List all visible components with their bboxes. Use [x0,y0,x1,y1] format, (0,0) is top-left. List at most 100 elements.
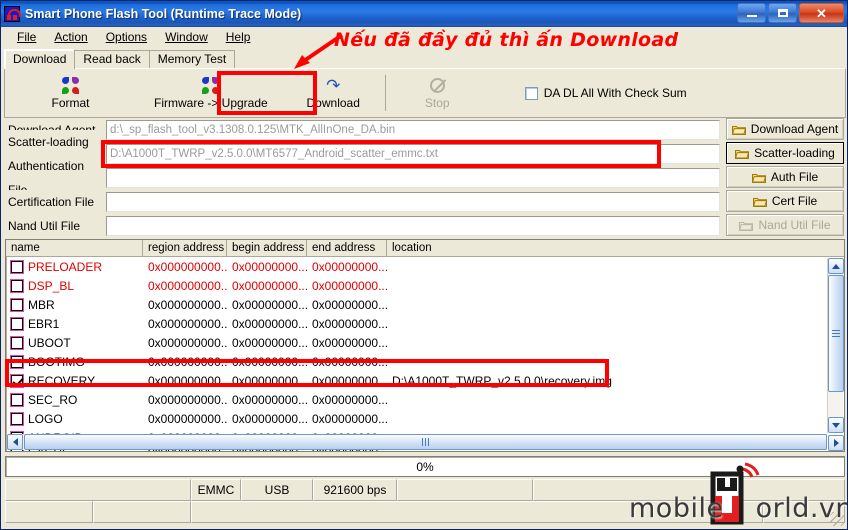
table-row[interactable]: RECOVERY 0x000000000... 0x00000000... 0x… [6,371,844,390]
scroll-left-button[interactable] [7,434,23,450]
annotation-note-text: Nếu đã đầy đủ thì ấn Download [334,29,679,51]
scatter-loading-browse-button[interactable]: Scatter-loading [726,142,844,164]
cell-name: MBR [28,297,55,312]
column-header-region-address[interactable]: region address [143,240,227,257]
menu-item-file[interactable]: File [8,29,45,45]
scroll-down-button[interactable] [828,417,844,433]
cell-begin-address: 0x00000000... [232,373,307,388]
progress-percent-label: 0% [416,459,434,474]
column-header-end-address[interactable]: end address [307,240,387,257]
vertical-scroll-thumb[interactable] [828,275,844,392]
download-agent-row: Download Agent d:\_sp_flash_tool_v3.1308… [4,118,846,142]
application-window: Smart Phone Flash Tool (Runtime Trace Mo… [0,0,848,530]
scroll-right-button[interactable] [828,435,844,451]
row-checkbox[interactable] [11,298,23,311]
cell-name: DSP_BL [28,278,75,293]
download-button[interactable]: ↷ Download [286,71,381,115]
cell-name: PRELOADER [28,259,103,274]
horizontal-scroll-thumb[interactable] [24,434,827,450]
grip-icon [422,438,429,446]
cell-location: D:\A1000T_TWRP_v2.5.0.0\recovery.img [392,373,612,388]
column-header-begin-address[interactable]: begin address [227,240,307,257]
status-cell-baudrate: 921600 bps [313,479,397,501]
table-row[interactable]: LOGO 0x000000000... 0x00000000... 0x0000… [6,409,844,428]
certification-file-row: Certification File [4,190,846,214]
table-header: name region address begin address end ad… [6,240,844,257]
toolbar: Format Firmware -> Upgrade ↷ Download St… [4,68,846,118]
menu-item-options[interactable]: Options [97,29,156,45]
status-bar-primary: EMMC USB 921600 bps [5,479,845,501]
row-checkbox[interactable] [11,260,23,273]
download-agent-input[interactable]: d:\_sp_flash_tool_v3.1308.0.125\MTK_AllI… [106,120,720,140]
table-row[interactable]: DSP_BL 0x000000000... 0x00000000... 0x00… [6,276,844,295]
grip-icon [832,330,840,337]
table-row[interactable]: SEC_RO 0x000000000... 0x00000000... 0x00… [6,390,844,409]
menu-item-window[interactable]: Window [156,29,217,45]
table-row[interactable]: UBOOT 0x000000000... 0x00000000... 0x000… [6,333,844,352]
cell-name: UBOOT [28,335,71,350]
scroll-up-button[interactable] [828,258,844,274]
stop-button[interactable]: Stop [390,71,485,115]
cell-end-address: 0x00000000... [312,316,387,331]
cell-begin-address: 0x00000000... [232,335,307,350]
cert-file-browse-button[interactable]: Cert File [726,190,844,212]
row-checkbox[interactable] [11,355,23,368]
scatter-loading-file-row: Scatter-loading File D:\A1000T_TWRP_v2.5… [4,130,846,178]
cell-region-address: 0x000000000... [148,297,227,312]
row-checkbox[interactable] [11,317,23,330]
da-dl-checksum-checkbox[interactable] [524,86,538,100]
scatter-loading-file-input[interactable]: D:\A1000T_TWRP_v2.5.0.0\MT6577_Android_s… [106,144,720,164]
da-dl-checksum-row[interactable]: DA DL All With Check Sum [524,86,687,100]
nand-util-file-label: Nand Util File [4,214,106,238]
stop-icon [429,76,445,94]
column-header-location[interactable]: location [387,240,844,257]
window-resize-grip[interactable] [830,512,844,526]
cell-name: BOOTIMG [28,354,85,369]
status-cell-storage: EMMC [191,479,241,501]
maximize-button[interactable] [768,3,797,23]
nand-util-file-browse-button[interactable]: Nand Util File [726,214,844,236]
row-checkbox[interactable] [11,336,23,349]
format-button-label: Format [51,96,90,110]
certification-file-input[interactable] [106,192,720,212]
menu-item-action[interactable]: Action [45,29,96,45]
table-horizontal-scrollbar[interactable] [7,434,827,450]
table-row[interactable]: BOOTIMG 0x000000000... 0x00000000... 0x0… [6,352,844,371]
tab-read-back[interactable]: Read back [74,50,150,69]
table-row[interactable]: PRELOADER 0x000000000... 0x00000000... 0… [6,257,844,276]
minimize-button[interactable] [737,3,766,23]
status-cell-empty-3 [533,479,845,501]
folder-icon [739,220,754,231]
close-icon: ✕ [816,5,827,21]
window-controls: ✕ [737,3,844,23]
download-agent-browse-button[interactable]: Download Agent [726,118,844,140]
row-checkbox[interactable] [11,279,23,292]
tab-memory-test[interactable]: Memory Test [148,50,236,69]
authentication-file-input[interactable] [106,168,720,188]
download-agent-browse-label: Download Agent [750,122,839,136]
row-checkbox[interactable] [11,412,23,425]
tab-download[interactable]: Download [4,49,76,69]
pinwheel-icon [62,76,79,94]
firmware-upgrade-button[interactable]: Firmware -> Upgrade [148,71,274,115]
folder-icon [731,124,746,135]
nand-util-file-input[interactable] [106,216,720,236]
table-row[interactable]: EBR1 0x000000000... 0x00000000... 0x0000… [6,314,844,333]
format-button[interactable]: Format [23,71,118,115]
menu-item-help[interactable]: Help [217,29,260,45]
table-row[interactable]: MBR 0x000000000... 0x00000000... 0x00000… [6,295,844,314]
cell-end-address: 0x00000000... [312,354,387,369]
nand-util-file-row: Nand Util File [4,214,846,238]
column-header-name[interactable]: name [6,240,143,257]
cell-end-address: 0x00000000... [312,335,387,350]
cell-end-address: 0x00000000... [312,373,387,388]
close-button[interactable]: ✕ [799,3,844,23]
cell-begin-address: 0x00000000... [232,297,307,312]
row-checkbox[interactable] [11,374,23,387]
window-title: Smart Phone Flash Tool (Runtime Trace Mo… [25,7,302,21]
row-checkbox[interactable] [11,393,23,406]
partition-table: name region address begin address end ad… [5,239,845,452]
auth-file-browse-button[interactable]: Auth File [726,166,844,188]
status-cell-interface: USB [241,479,313,501]
table-vertical-scrollbar[interactable] [827,258,844,433]
